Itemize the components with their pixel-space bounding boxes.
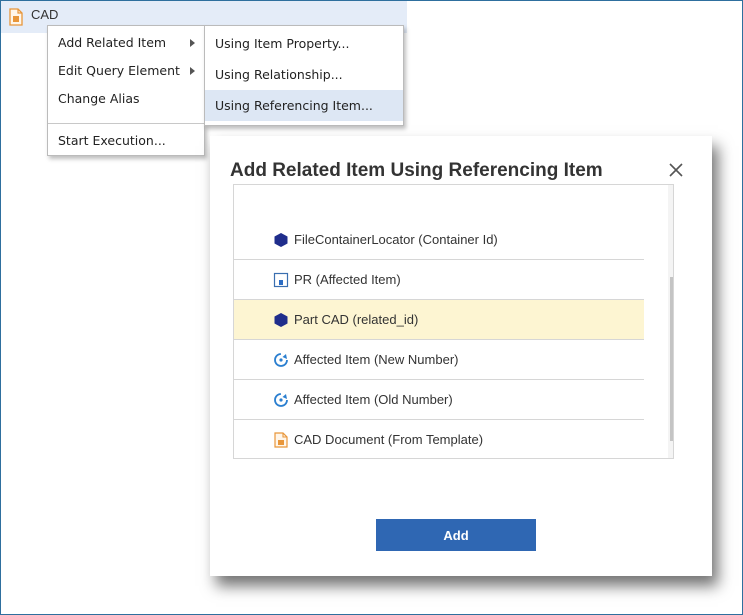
scrollbar-thumb[interactable]	[670, 277, 673, 441]
menu-item-label: Add Related Item	[58, 35, 167, 50]
submenu-item-item-property[interactable]: Using Item Property...	[205, 28, 403, 59]
refresh-icon	[274, 393, 288, 407]
menu-item-label: Start Execution...	[58, 133, 166, 148]
submenu-item-label: Using Referencing Item...	[215, 98, 373, 113]
tree-item-label: CAD	[31, 7, 59, 22]
cad-document-icon	[274, 432, 288, 448]
menu-item-add-related[interactable]: Add Related Item	[48, 30, 204, 56]
menu-item-label: Edit Query Element	[58, 63, 180, 78]
menu-item-change-alias[interactable]: Change Alias	[48, 86, 204, 112]
list-item-label: FileContainerLocator (Container Id)	[294, 232, 498, 247]
hexagon-icon	[274, 313, 288, 327]
menu-item-label: Change Alias	[58, 91, 140, 106]
list-item[interactable]: Part CAD (related_id)	[234, 300, 644, 340]
list-item[interactable]: FileContainerLocator (Container Id)	[234, 220, 644, 260]
list-item[interactable]: PR (Affected Item)	[234, 260, 644, 300]
submenu: Using Item Property... Using Relationshi…	[204, 25, 404, 126]
menu-item-edit-query[interactable]: Edit Query Element	[48, 58, 204, 84]
scroll-up-arrow-icon[interactable]	[673, 193, 674, 198]
menu-item-start-execution[interactable]: Start Execution...	[48, 128, 204, 154]
scroll-down-arrow-icon[interactable]	[673, 446, 674, 451]
list-item-label: CAD Document (From Template)	[294, 432, 484, 447]
add-related-item-dialog: Add Related Item Using Referencing Item …	[210, 136, 712, 576]
document-lock-icon	[273, 272, 289, 288]
submenu-item-label: Using Item Property...	[215, 36, 350, 51]
menu-divider	[48, 123, 204, 124]
referencing-item-list: FileContainerLocator (Container Id) PR (…	[233, 184, 674, 459]
dialog-title: Add Related Item Using Referencing Item	[230, 160, 603, 181]
submenu-item-label: Using Relationship...	[215, 67, 343, 82]
submenu-arrow-icon	[190, 67, 195, 75]
list-item[interactable]: CAD Document (From Template)	[234, 420, 644, 458]
submenu-arrow-icon	[190, 39, 195, 47]
list-item-label: PR (Affected Item)	[294, 272, 401, 287]
list-item-label: Affected Item (New Number)	[294, 352, 459, 367]
close-icon[interactable]	[666, 160, 686, 180]
list-item[interactable]: Affected Item (New Number)	[234, 340, 644, 380]
list-item[interactable]: Affected Item (Old Number)	[234, 380, 644, 420]
list-item-label: Affected Item (Old Number)	[294, 392, 453, 407]
submenu-item-relationship[interactable]: Using Relationship...	[205, 59, 403, 90]
list-scrollbar[interactable]	[668, 185, 674, 458]
submenu-item-referencing-item[interactable]: Using Referencing Item...	[205, 90, 403, 121]
hexagon-icon	[274, 233, 288, 247]
cad-document-icon	[9, 8, 23, 26]
context-menu: Add Related Item Edit Query Element Chan…	[47, 25, 205, 156]
refresh-icon	[274, 353, 288, 367]
add-button[interactable]: Add	[376, 519, 536, 551]
list-item-label: Part CAD (related_id)	[294, 312, 419, 327]
